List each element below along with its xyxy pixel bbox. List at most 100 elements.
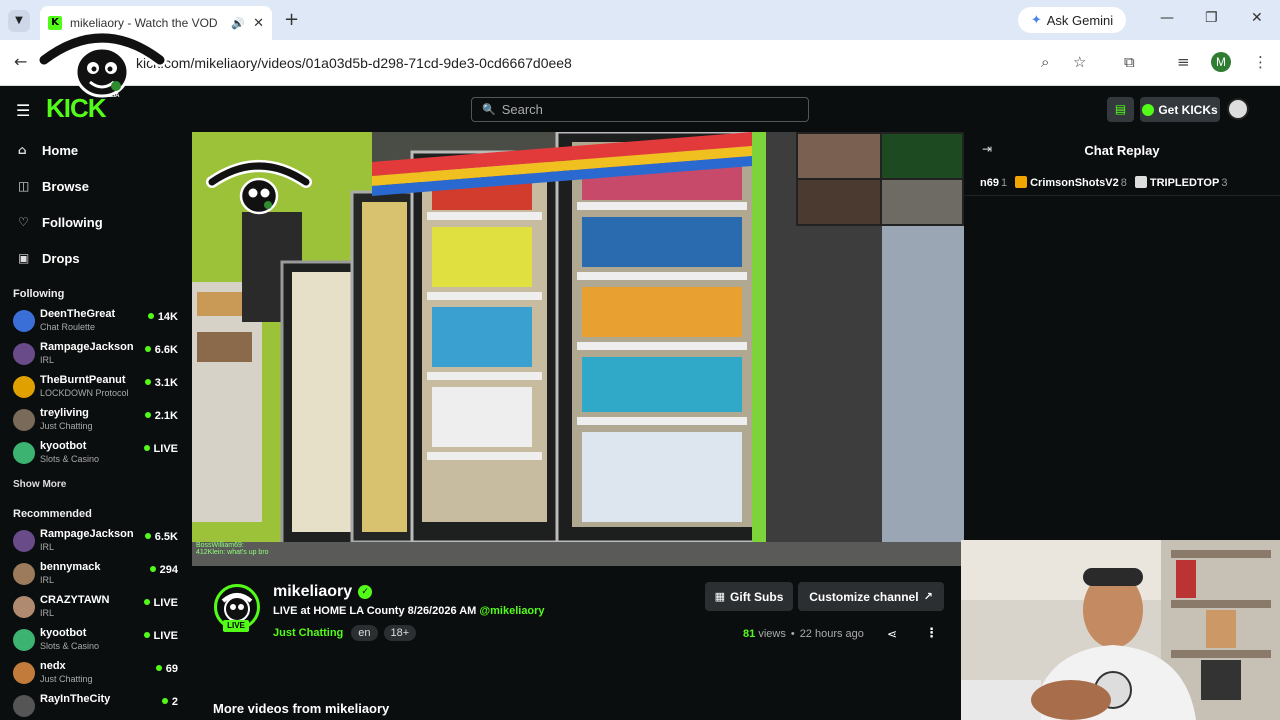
heart-icon: ♡ [18,215,29,229]
extensions-icon[interactable]: ⧉ [1124,53,1135,71]
category-link[interactable]: Just Chatting [273,627,343,639]
gift-subs-button[interactable]: ▦ Gift Subs [705,582,793,611]
customize-channel-label: Customize channel [809,589,919,604]
ask-gemini-button[interactable]: ✦ Ask Gemini [1018,7,1126,33]
close-window-icon[interactable]: ✕ [1251,10,1263,26]
zoom-icon[interactable]: ⌕ [1041,53,1049,71]
menu-hamburger-icon[interactable]: ☰ [16,101,30,120]
avatar [13,662,35,684]
following-channel-item[interactable]: TheBurntPeanut LOCKDOWN Protocol 3.1K [0,372,192,405]
recommended-channel-item[interactable]: RayInTheCity 2 [0,691,192,720]
more-options-icon[interactable]: ⋮ [925,626,938,641]
sidebar-item-browse[interactable]: ◫ Browse [0,168,192,204]
overlay-chat-line: 412Klein: what's up bro [196,549,269,556]
search-input[interactable]: 🔍 Search [471,97,809,122]
video-tags: Just Chatting en 18+ [273,625,417,641]
gifter-count: 1 [1000,176,1008,189]
following-channel-item[interactable]: RampageJackson IRL 6.6K [0,339,192,372]
verified-check-icon: ✓ [358,585,373,599]
avatar [13,343,35,365]
gifter-item[interactable]: TRIPLEDTOP 3 [1134,176,1227,189]
views-count: 81 [743,628,756,640]
browser-tab-bar: ▼ K mikeliaory - Watch the VOD 🔊 ✕ + ✦ A… [0,0,1280,40]
video-age: 22 hours ago [799,628,864,640]
avatar [13,563,35,585]
profile-avatar[interactable]: M [1211,52,1231,72]
language-tag[interactable]: en [351,625,378,641]
user-avatar[interactable] [1227,98,1249,120]
gifter-item[interactable]: CrimsonShotsV2 8 [1015,176,1127,189]
viewer-count: LIVE [144,630,178,642]
gift-icon: ▣ [18,251,30,265]
bookmark-star-icon[interactable]: ☆ [1073,53,1086,71]
external-link-icon: ↗ [923,590,933,603]
gift-subs-label: Gift Subs [730,589,784,604]
gift-icon: ▦ [714,590,726,603]
gifter-item[interactable]: n69 1 [980,177,1007,189]
calendar-icon[interactable]: ▤ [1107,97,1134,122]
recommended-channel-item[interactable]: RampageJackson IRL 6.5K [0,526,192,559]
minimize-icon[interactable]: — [1160,10,1174,26]
recommended-channel-item[interactable]: kyootbot Slots & Casino LIVE [0,625,192,658]
sidebar-item-following[interactable]: ♡ Following [0,204,192,240]
following-channel-item[interactable]: DeenTheGreat Chat Roulette 14K [0,306,192,339]
channel-name[interactable]: mikeliaory ✓ [273,583,373,601]
sidebar-label: Browse [42,178,89,194]
live-badge: LIVE [223,620,249,632]
customize-channel-button[interactable]: Customize channel ↗ [798,582,944,611]
audio-icon[interactable]: 🔊 [231,17,245,30]
tab-list-button[interactable]: ▼ [8,10,30,32]
kicks-coin-icon [1142,103,1155,116]
back-arrow-icon[interactable]: ← [14,52,27,71]
viewer-count: LIVE [144,597,178,609]
following-channel-item[interactable]: treyliving Just Chatting 2.1K [0,405,192,438]
viewer-count: 294 [150,564,178,576]
recommended-channel-item[interactable]: CRAZYTAWN IRL LIVE [0,592,192,625]
following-channel-item[interactable]: kyootbot Slots & Casino LIVE [0,438,192,471]
recommended-channel-item[interactable]: nedx Just Chatting 69 [0,658,192,691]
viewer-count: 6.5K [145,531,178,543]
recommended-list: RampageJackson IRL 6.5K bennymack IRL 294 CRAZ… [0,526,192,720]
media-control-icon[interactable]: ≡ [1177,53,1190,71]
browser-menu-icon[interactable]: ⋮ [1253,53,1268,71]
restore-icon[interactable]: ❐ [1205,10,1218,26]
mature-tag[interactable]: 18+ [383,625,417,641]
channel-name-text: mikeliaory [273,583,353,600]
stream-logo-overlay [37,31,167,98]
video-player[interactable]: BossWilliam69: 412Klein: what's up bro [192,132,964,566]
gifter-name: TRIPLEDTOP [1149,177,1220,189]
meta-separator: • [790,628,795,640]
share-icon[interactable]: ⋖ [887,627,897,641]
sidebar-item-drops[interactable]: ▣ Drops [0,240,192,276]
sidebar-label: Following [42,214,103,230]
channel-handle-link[interactable]: @mikeliaory [479,605,544,617]
video-title-text: LIVE at HOME LA County 8/26/2026 AM [273,605,477,617]
browse-icon: ◫ [18,179,30,193]
channel-watermark-logo [206,160,312,215]
gifter-badge-icon [1134,176,1147,188]
avatar [13,695,35,717]
viewer-count: 2 [162,696,178,708]
sidebar-label: Home [42,142,79,158]
sidebar-item-home[interactable]: ⌂ Home [0,132,192,168]
webcam-frame [961,540,1280,720]
recommended-channel-item[interactable]: bennymack IRL 294 [0,559,192,592]
show-more-link[interactable]: Show More [0,471,192,496]
stream-chat-overlay: BossWilliam69: 412Klein: what's up bro [196,542,269,556]
gifter-name: CrimsonShotsV2 [1030,177,1119,189]
new-tab-button[interactable]: + [284,9,299,30]
get-kicks-button[interactable]: Get KICKs [1140,97,1220,122]
gifter-count: 8 [1120,177,1127,189]
gemini-icon: ✦ [1030,12,1042,28]
sidebar: ⌂ Home ◫ Browse ♡ Following ▣ Drops Foll… [0,132,192,720]
close-tab-icon[interactable]: ✕ [253,16,264,31]
top-gifters-bar: n69 1 CrimsonShotsV2 8 TRIPLEDTOP 3 [964,170,1280,196]
url-field[interactable]: kick.com/mikeliaory/videos/01a03d5b-d298… [44,45,1104,81]
avatar [13,629,35,651]
viewer-count: LIVE [144,443,178,455]
viewer-count: 6.6K [145,344,178,356]
search-placeholder: Search [501,102,543,117]
viewer-count: 2.1K [145,410,178,422]
search-icon: 🔍 [482,103,496,116]
video-info-panel: LIVE mikeliaory ✓ LIVE at HOME LA County… [192,566,964,720]
